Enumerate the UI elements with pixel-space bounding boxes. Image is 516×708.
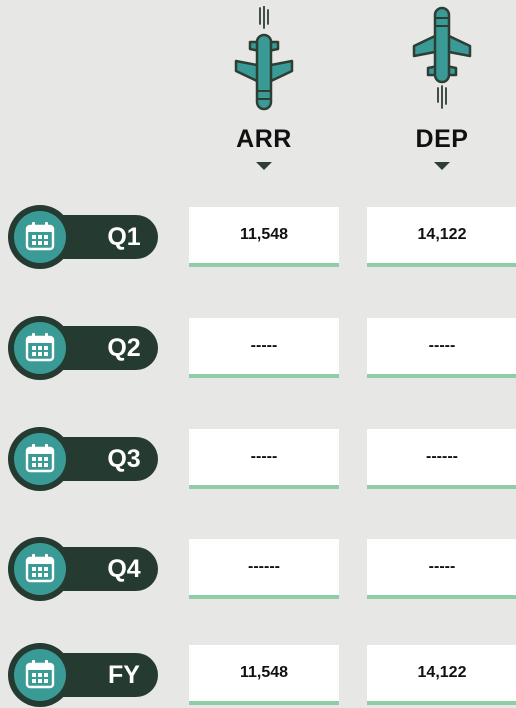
column-label-dep: DEP (415, 125, 469, 153)
cell-arr: 11,548 (189, 207, 339, 267)
column-header-dep: DEP (367, 0, 516, 180)
table-row-q2: Q2 ----- ----- (0, 316, 516, 380)
cell-arr: ------ (189, 539, 339, 599)
calendar-circle (8, 427, 72, 491)
period-label: FY (108, 661, 140, 689)
calendar-circle (8, 537, 72, 601)
period-badge: Q1 (8, 205, 158, 269)
departing-plane-icon (412, 6, 472, 109)
cell-arr: ----- (189, 318, 339, 378)
period-label: Q1 (107, 223, 141, 251)
period-badge: FY (8, 643, 158, 707)
calendar-circle (8, 316, 72, 380)
column-header-arr: ARR (189, 0, 339, 180)
cell-dep: ----- (367, 318, 516, 378)
period-badge: Q3 (8, 427, 158, 491)
calendar-icon (25, 554, 55, 583)
period-badge: Q2 (8, 316, 158, 380)
cell-arr: 11,548 (189, 645, 339, 705)
table-row-q1: Q1 11,548 14,122 (0, 205, 516, 269)
table-row-q3: Q3 ----- ------ (0, 427, 516, 491)
period-badge: Q4 (8, 537, 158, 601)
calendar-icon (25, 333, 55, 362)
cell-dep: 14,122 (367, 207, 516, 267)
calendar-icon (25, 222, 55, 251)
sort-caret-icon[interactable] (434, 162, 450, 170)
cell-arr: ----- (189, 429, 339, 489)
column-label-arr: ARR (236, 125, 292, 153)
cell-dep: ------ (367, 429, 516, 489)
sort-caret-icon[interactable] (256, 162, 272, 170)
calendar-circle (8, 205, 72, 269)
calendar-icon (25, 444, 55, 473)
table-row-q4: Q4 ------ ----- (0, 537, 516, 601)
period-label: Q2 (107, 334, 141, 362)
calendar-circle (8, 643, 72, 707)
cell-dep: ----- (367, 539, 516, 599)
period-label: Q4 (107, 555, 141, 583)
calendar-icon (25, 660, 55, 689)
cell-dep: 14,122 (367, 645, 516, 705)
arriving-plane-icon (234, 6, 294, 111)
table-row-fy: FY 11,548 14,122 (0, 643, 516, 707)
period-label: Q3 (107, 445, 141, 473)
